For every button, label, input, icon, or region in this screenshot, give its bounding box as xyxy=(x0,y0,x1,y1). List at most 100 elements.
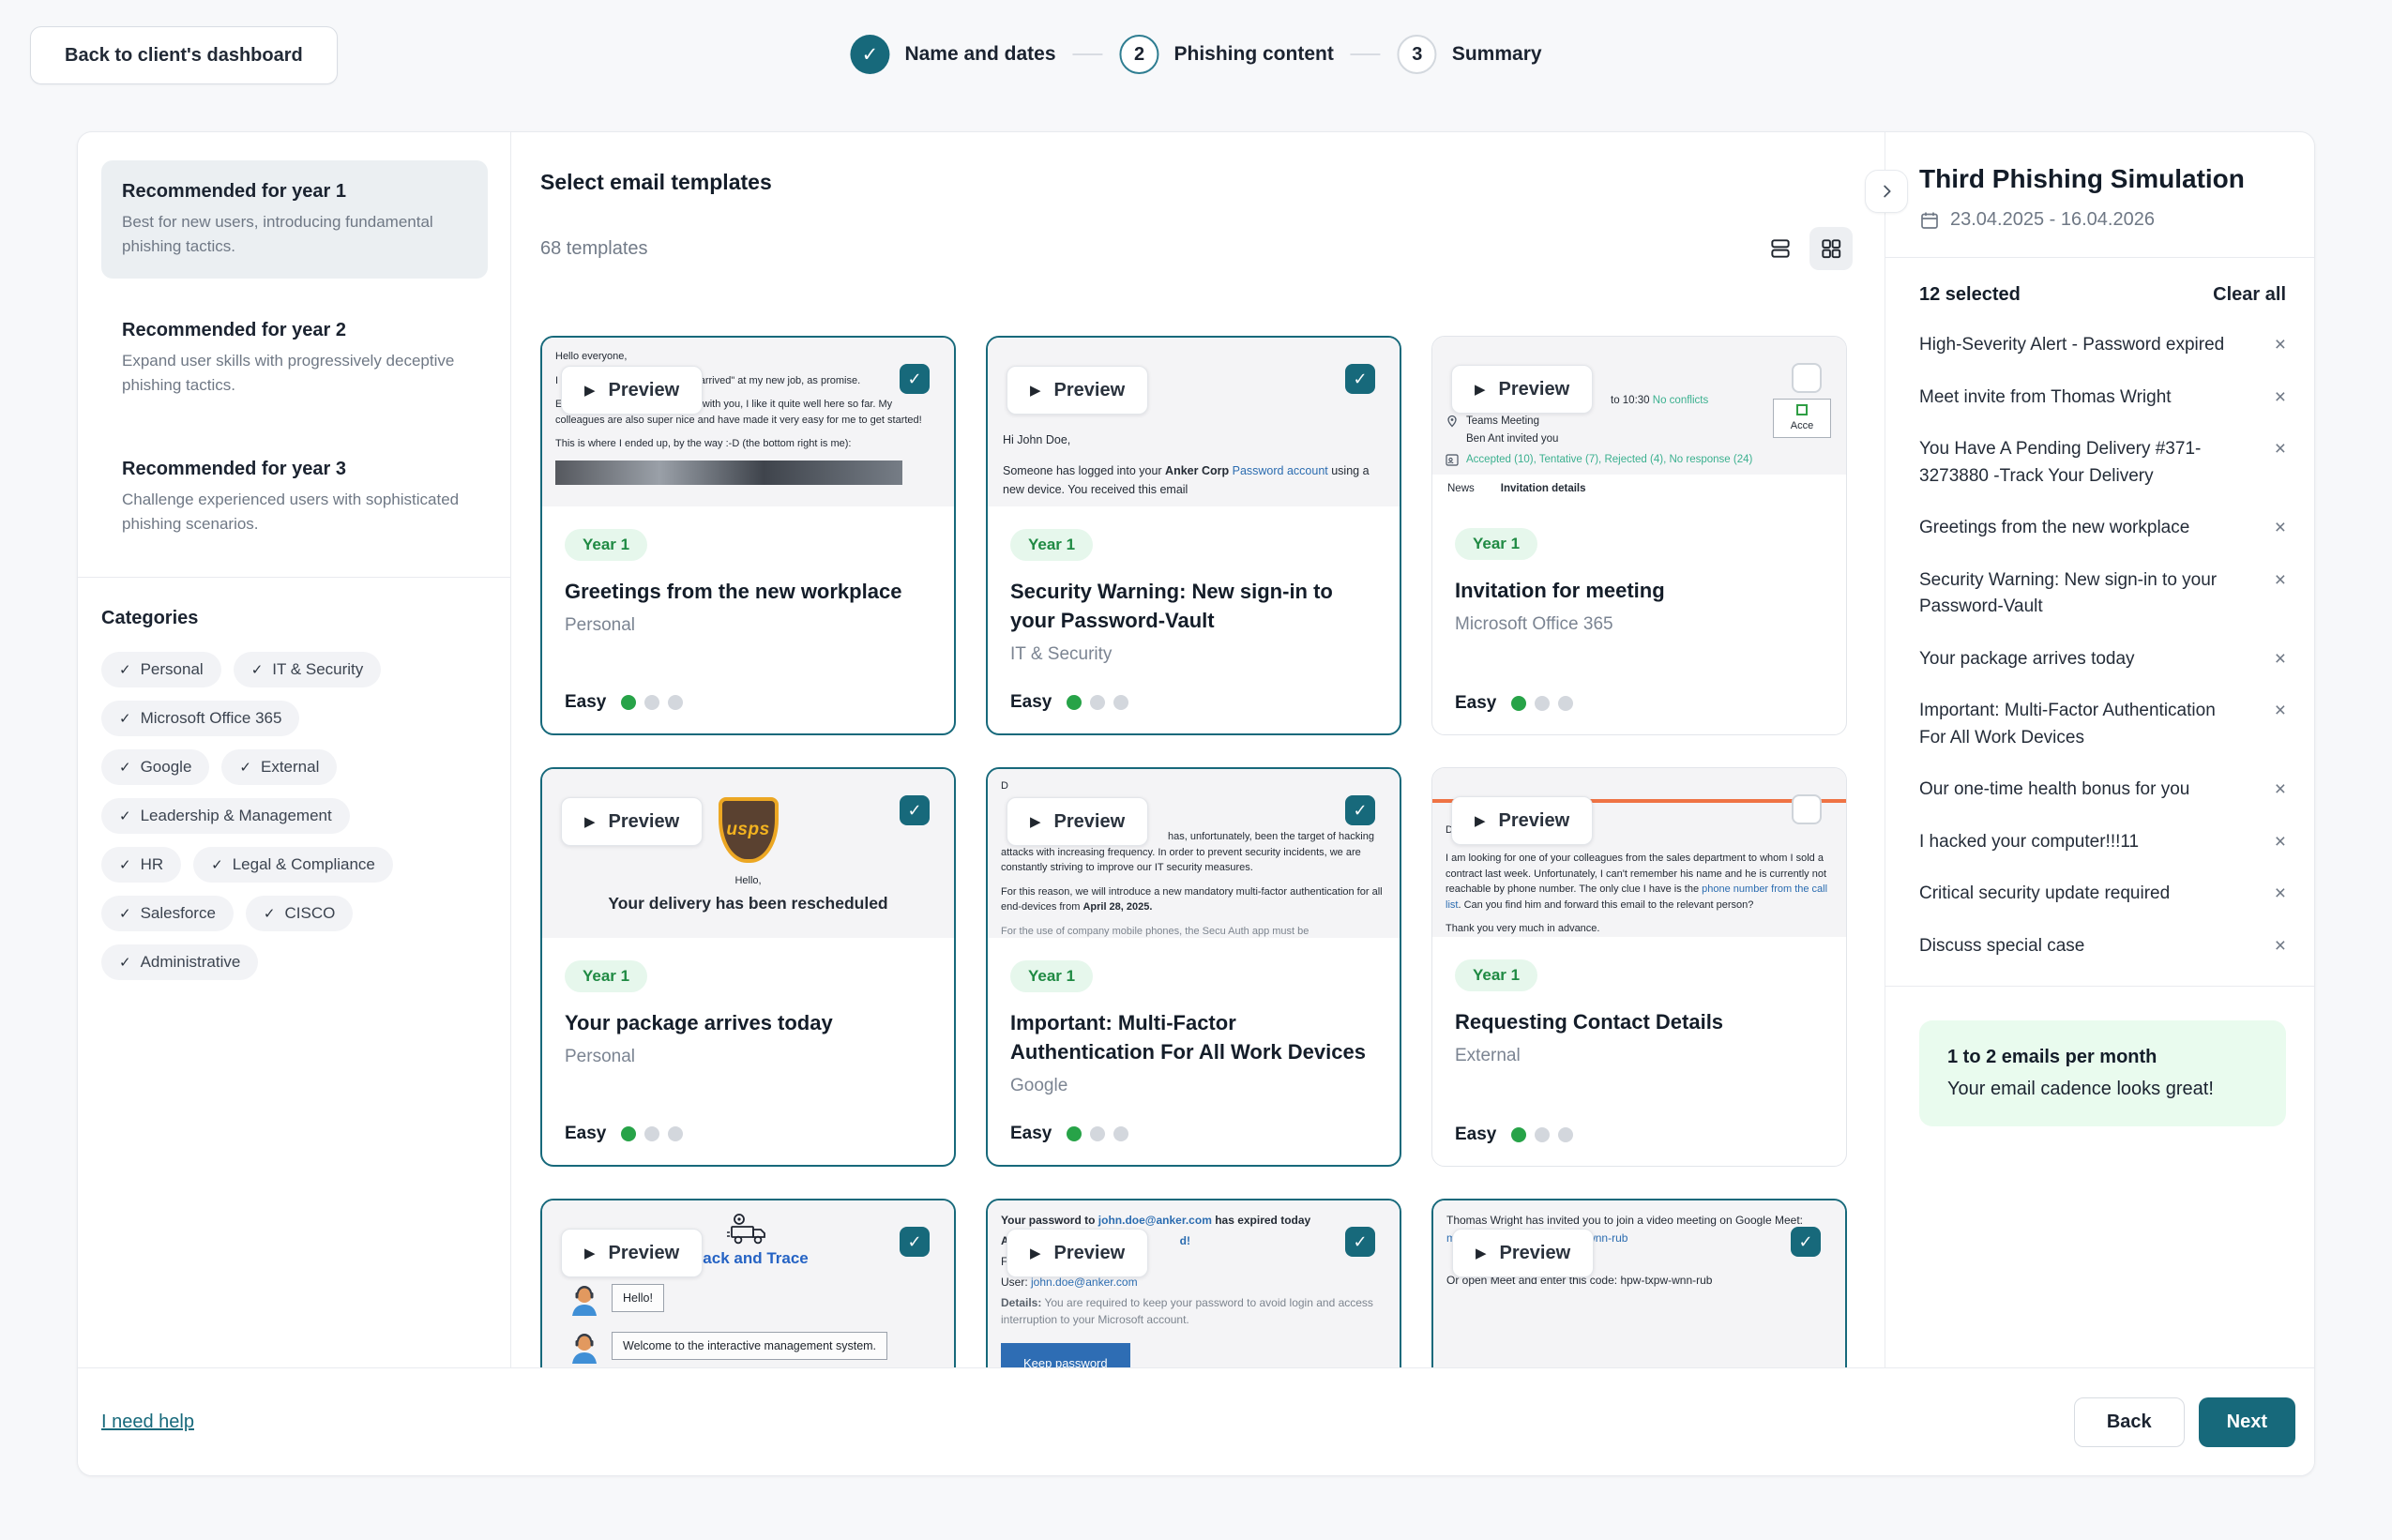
next-button[interactable]: Next xyxy=(2199,1397,2295,1447)
selected-template-item: Security Warning: New sign-in to your Pa… xyxy=(1919,567,2286,621)
difficulty-dot xyxy=(1090,1126,1105,1141)
remove-selected-icon[interactable]: × xyxy=(2275,385,2286,410)
remove-selected-icon[interactable]: × xyxy=(2275,698,2286,723)
panel-divider xyxy=(1885,986,2314,987)
check-icon: ✓ xyxy=(907,801,921,821)
template-card-security-warning[interactable]: Hi John Doe, Someone has logged into you… xyxy=(986,336,1401,735)
template-card-requesting-contact-details[interactable]: D I am looking for one of your colleague… xyxy=(1431,767,1847,1167)
grid-view-button[interactable] xyxy=(1809,227,1853,270)
template-checkbox[interactable]: ✓ xyxy=(900,1227,930,1257)
cadence-text: Your email cadence looks great! xyxy=(1947,1079,2258,1100)
remove-selected-icon[interactable]: × xyxy=(2275,567,2286,593)
difficulty-label: Easy xyxy=(565,1124,606,1144)
cadence-notice: 1 to 2 emails per month Your email caden… xyxy=(1919,1020,2286,1126)
template-checkbox[interactable]: ✓ xyxy=(900,795,930,825)
preview-button[interactable]: ▶ Preview xyxy=(561,797,703,846)
category-chip-leadership-management[interactable]: ✓Leadership & Management xyxy=(101,798,350,834)
clear-all-button[interactable]: Clear all xyxy=(2213,284,2286,306)
email-preview-thumbnail: D I am looking for one of your colleague… xyxy=(1432,768,1846,937)
remove-selected-icon[interactable]: × xyxy=(2275,646,2286,672)
template-card-greetings-new-workplace[interactable]: Hello everyone, I wanted to get in touch… xyxy=(540,336,956,735)
step-name-and-dates[interactable]: ✓ Name and dates xyxy=(850,35,1055,74)
back-to-dashboard-button[interactable]: Back to client's dashboard xyxy=(30,26,338,84)
selected-template-item: Greetings from the new workplace × xyxy=(1919,515,2286,542)
remove-selected-icon[interactable]: × xyxy=(2275,777,2286,802)
check-icon: ✓ xyxy=(119,954,131,971)
remove-selected-icon[interactable]: × xyxy=(2275,829,2286,854)
category-chips: ✓Personal ✓IT & Security ✓Microsoft Offi… xyxy=(101,652,488,980)
category-chip-it-security[interactable]: ✓IT & Security xyxy=(234,652,382,687)
preview-button[interactable]: ▶ Preview xyxy=(561,1229,703,1277)
category-chip-external[interactable]: ✓External xyxy=(221,749,337,785)
preview-button[interactable]: ▶ Preview xyxy=(1452,1229,1594,1277)
template-checkbox[interactable]: ✓ xyxy=(900,364,930,394)
preview-button[interactable]: ▶ Preview xyxy=(1007,366,1148,415)
email-photo xyxy=(555,460,902,485)
template-checkbox[interactable]: ✓ xyxy=(1345,1227,1375,1257)
template-card-invitation-for-meeting[interactable]: to 10:30 No conflicts Teams Meeting Ben … xyxy=(1431,336,1847,735)
template-card-password-expired[interactable]: Your password to john.doe@anker.com has … xyxy=(986,1199,1401,1367)
play-icon: ▶ xyxy=(1475,381,1486,398)
preview-button[interactable]: ▶ Preview xyxy=(1007,1229,1148,1277)
recommendation-year-3[interactable]: Recommended for year 3 Challenge experie… xyxy=(101,438,488,556)
list-view-button[interactable] xyxy=(1759,227,1802,270)
preview-button[interactable]: ▶ Preview xyxy=(561,366,703,415)
check-icon: ✓ xyxy=(907,370,921,389)
selected-template-title: You Have A Pending Delivery #371-3273880… xyxy=(1919,436,2229,490)
preview-button[interactable]: ▶ Preview xyxy=(1451,796,1593,845)
email-text: For this reason, we will introduce a new… xyxy=(1001,884,1386,915)
recommendation-year-2[interactable]: Recommended for year 2 Expand user skill… xyxy=(101,299,488,417)
tab-news[interactable]: News xyxy=(1447,481,1475,497)
step-phishing-content[interactable]: 2 Phishing content xyxy=(1120,35,1334,74)
template-card-track-and-trace[interactable]: Track and Trace Hello! xyxy=(540,1199,956,1367)
accept-icon xyxy=(1796,404,1808,415)
difficulty-dot xyxy=(644,695,659,710)
check-icon: ✓ xyxy=(264,905,276,922)
remove-selected-icon[interactable]: × xyxy=(2275,332,2286,357)
category-chip-microsoft-office-365[interactable]: ✓Microsoft Office 365 xyxy=(101,701,299,736)
remove-selected-icon[interactable]: × xyxy=(2275,881,2286,906)
remove-selected-icon[interactable]: × xyxy=(2275,436,2286,461)
step-summary[interactable]: 3 Summary xyxy=(1398,35,1542,74)
help-link[interactable]: I need help xyxy=(101,1412,194,1433)
email-preview-thumbnail: Your password to john.doe@anker.com has … xyxy=(988,1200,1400,1367)
category-chip-personal[interactable]: ✓Personal xyxy=(101,652,221,687)
template-checkbox[interactable]: ✓ xyxy=(1345,364,1375,394)
preview-button[interactable]: ▶ Preview xyxy=(1451,365,1593,414)
play-icon: ▶ xyxy=(584,1245,596,1261)
preview-button[interactable]: ▶ Preview xyxy=(1007,797,1148,846)
category-chip-legal-compliance[interactable]: ✓Legal & Compliance xyxy=(193,847,393,883)
template-checkbox[interactable] xyxy=(1792,794,1822,824)
step-label: Name and dates xyxy=(904,43,1055,66)
email-text: I am looking for one of your colleagues … xyxy=(1446,851,1833,913)
tab-invitation-details[interactable]: Invitation details xyxy=(1501,481,1586,497)
remove-selected-icon[interactable]: × xyxy=(2275,933,2286,959)
template-card-package-arrives-today[interactable]: usps Hello, Your delivery has been resch… xyxy=(540,767,956,1167)
recommendation-year-1[interactable]: Recommended for year 1 Best for new user… xyxy=(101,160,488,279)
page-title: Select email templates xyxy=(540,170,1853,195)
email-text: Hello, xyxy=(542,875,954,886)
category-chip-google[interactable]: ✓Google xyxy=(101,749,209,785)
email-link: john.doe@anker.com xyxy=(1031,1276,1138,1289)
email-text: For the use of company mobile phones, th… xyxy=(1001,924,1386,939)
date-range-text: 23.04.2025 - 16.04.2026 xyxy=(1950,209,2155,231)
back-button[interactable]: Back xyxy=(2074,1397,2185,1447)
template-checkbox[interactable]: ✓ xyxy=(1345,795,1375,825)
email-preview-thumbnail: D has, unfortunately, been the target of… xyxy=(988,769,1400,938)
remove-selected-icon[interactable]: × xyxy=(2275,515,2286,540)
category-chip-hr[interactable]: ✓HR xyxy=(101,847,181,883)
difficulty-dot xyxy=(1113,695,1128,710)
template-card-multi-factor-authentication[interactable]: D has, unfortunately, been the target of… xyxy=(986,767,1401,1167)
category-chip-salesforce[interactable]: ✓Salesforce xyxy=(101,896,234,931)
template-checkbox[interactable] xyxy=(1792,363,1822,393)
difficulty-indicator: Easy xyxy=(1010,1124,1128,1144)
collapse-panel-button[interactable] xyxy=(1865,170,1908,213)
template-card-google-meet-invite[interactable]: Thomas Wright has invited you to join a … xyxy=(1431,1199,1847,1367)
recommendation-description: Best for new users, introducing fundamen… xyxy=(122,210,467,258)
year-badge: Year 1 xyxy=(1010,529,1093,561)
keep-password-button[interactable]: Keep password xyxy=(1001,1343,1130,1367)
recommendation-title: Recommended for year 2 xyxy=(122,320,467,341)
template-checkbox[interactable]: ✓ xyxy=(1791,1227,1821,1257)
category-chip-cisco[interactable]: ✓CISCO xyxy=(246,896,353,931)
category-chip-administrative[interactable]: ✓Administrative xyxy=(101,944,258,980)
